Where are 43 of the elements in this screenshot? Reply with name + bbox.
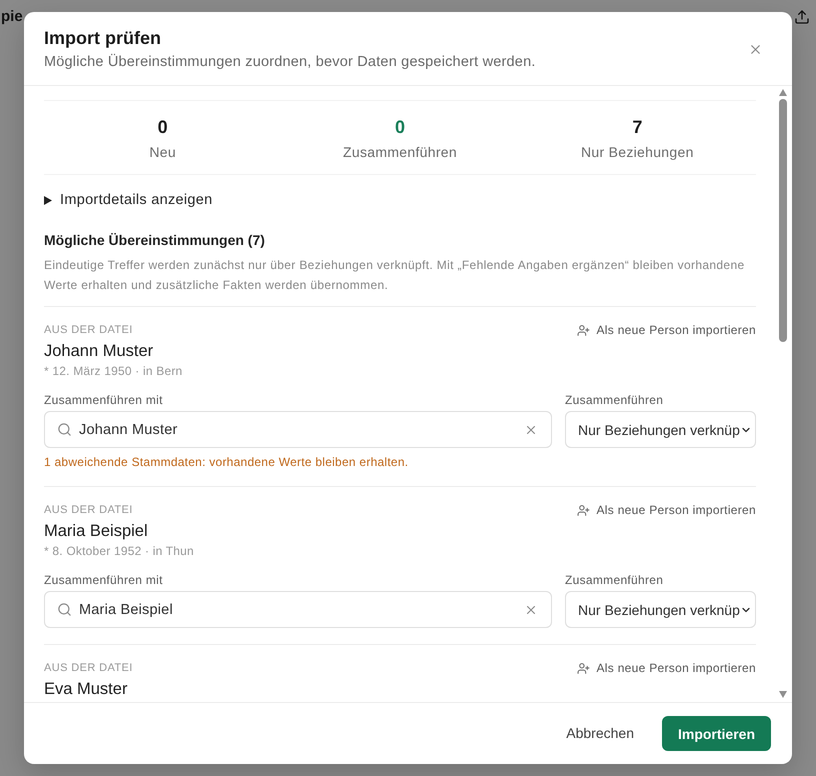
dialog-subtitle: Mögliche Übereinstimmungen zuordnen, bevor Daten gespeichert werden. xyxy=(44,52,536,72)
search-field[interactable]: Johann Muster xyxy=(44,411,552,448)
search-field[interactable]: Maria Beispiel xyxy=(44,591,552,628)
person-details: * 12. März 1950 · in Bern xyxy=(44,363,184,379)
person-plus-icon xyxy=(577,662,590,674)
person-details: * 8. Oktober 1952 · in Thun xyxy=(44,543,195,559)
search-icon xyxy=(57,422,72,437)
import-as-new-button[interactable]: Als neue Person importieren xyxy=(577,322,756,338)
person-plus-icon xyxy=(577,324,590,336)
source-label: AUS DER DATEI xyxy=(44,503,133,518)
section-title: Mögliche Übereinstimmungen (7) xyxy=(44,231,266,250)
warning-text: 1 abweichende Stammdaten: vorhandene Werte bleiben erhalten. xyxy=(44,454,410,470)
source-label: AUS DER DATEI xyxy=(44,661,133,676)
cancel-button[interactable]: Abbrechen xyxy=(554,716,646,751)
import-button[interactable]: Importieren xyxy=(662,716,771,751)
field-label: Zusammenführen xyxy=(565,572,664,588)
merge-mode-select[interactable]: Nur Beziehungen verknüp xyxy=(565,591,756,628)
scroll-up-icon[interactable] xyxy=(779,89,787,96)
page-title: pie xyxy=(1,7,23,27)
stat-label: Neu xyxy=(149,143,176,162)
section-description: Eindeutige Treffer werden zunächst nur über Beziehungen verknüpft. Mit „Fehlende Angaben ergänzen“ bleiben vorhandene Werte erhalten und zusätzliche Fakten werden übernommen. xyxy=(44,257,746,294)
person-name: Johann Muster xyxy=(44,341,154,362)
upload-icon[interactable] xyxy=(794,9,810,25)
import-as-new-button[interactable]: Als neue Person importieren xyxy=(577,502,756,518)
person-name: Maria Beispiel xyxy=(44,521,149,542)
merge-mode-select[interactable]: Nur Beziehungen verknüp xyxy=(565,411,756,448)
dialog-title: Import prüfen xyxy=(44,27,162,50)
field-label: Zusammenführen mit xyxy=(44,392,164,408)
search-icon xyxy=(57,602,72,617)
person-name: Eva Muster xyxy=(44,679,128,700)
stat-label: Zusammenführen xyxy=(343,143,457,162)
field-label: Zusammenführen mit xyxy=(44,572,164,588)
stat-value: 0 xyxy=(394,116,405,139)
stat-label: Nur Beziehungen xyxy=(580,143,694,162)
field-label: Zusammenführen xyxy=(565,392,664,408)
scrollbar-thumb[interactable] xyxy=(779,99,787,342)
stat-value: 7 xyxy=(632,116,642,139)
import-details-toggle[interactable]: Importdetails anzeigen xyxy=(44,190,212,210)
stat-value: 0 xyxy=(158,116,168,139)
import-as-new-button[interactable]: Als neue Person importieren xyxy=(577,660,756,676)
scroll-down-icon[interactable] xyxy=(779,691,787,698)
person-plus-icon xyxy=(577,504,590,516)
source-label: AUS DER DATEI xyxy=(44,323,133,338)
